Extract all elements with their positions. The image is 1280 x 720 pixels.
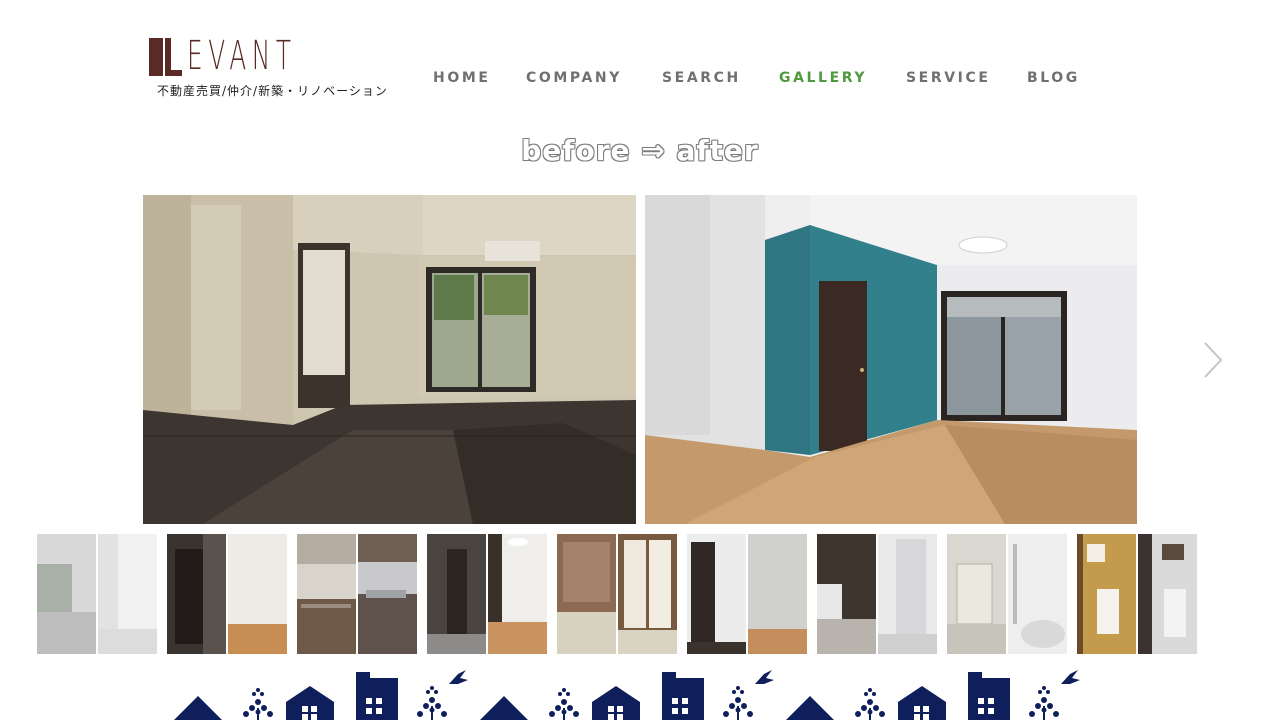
nav-service[interactable]: SERVICE <box>906 70 991 86</box>
thumbnail-door-hallway[interactable] <box>167 534 287 654</box>
site-logo[interactable]: EVANT 不動産売買/仲介/新築・リノベーション <box>149 33 394 102</box>
chevron-right-icon <box>1204 342 1223 378</box>
main-nav: HOME COMPANY SEARCH GALLERY SERVICE BLOG <box>0 70 1280 90</box>
thumbnail-corridor[interactable] <box>427 534 547 654</box>
before-photo[interactable] <box>143 195 636 524</box>
thumbnail-closet[interactable] <box>557 534 677 654</box>
nav-gallery[interactable]: GALLERY <box>779 70 867 86</box>
nav-search[interactable]: SEARCH <box>662 70 741 86</box>
gallery-title: before ⇒ after <box>521 134 759 167</box>
after-photo[interactable] <box>645 195 1137 524</box>
houses-trees-birds-illustration <box>174 670 1080 720</box>
thumbnail-living-room[interactable] <box>37 534 157 654</box>
nav-company[interactable]: COMPANY <box>526 70 622 86</box>
thumbnail-toilet[interactable] <box>1077 534 1197 654</box>
thumbnail-wall-door[interactable] <box>687 534 807 654</box>
next-slide-arrow[interactable] <box>1200 340 1226 380</box>
thumbnail-washroom[interactable] <box>817 534 937 654</box>
thumbnail-bathroom[interactable] <box>947 534 1067 654</box>
thumbnail-kitchen[interactable] <box>297 534 417 654</box>
nav-home[interactable]: HOME <box>433 70 491 86</box>
footer-decoration <box>0 664 1280 720</box>
nav-blog[interactable]: BLOG <box>1027 70 1080 86</box>
